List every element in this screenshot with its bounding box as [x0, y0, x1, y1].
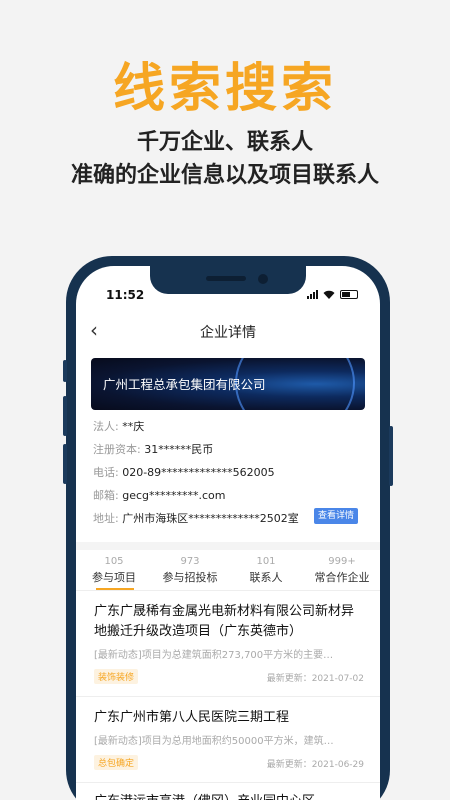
project-card[interactable]: 广东广晟稀有金属光电新材料有限公司新材异地搬迁升级改造项目（广东英德市） [最新…	[94, 602, 364, 687]
legal-person-row: 法人: **庆	[93, 418, 144, 434]
tab-count: 101	[256, 556, 276, 567]
project-title: 广东广州市第八人民医院三期工程	[94, 710, 290, 725]
project-title: 广东广晟稀有金属光电新材料有限公司新材异地搬迁升级改造项目（广东英德市）	[94, 604, 355, 639]
phone-side-button	[63, 360, 67, 382]
tab-partners[interactable]: 999+ 常合作企业	[304, 556, 380, 585]
tab-projects[interactable]: 105 参与项目	[76, 556, 152, 585]
project-title: 广东港运市高港（佛冈）产业园中心区…	[94, 792, 364, 800]
project-card[interactable]: 广东广州市第八人民医院三期工程 [最新动态]项目为总用地面积约50000平方米，…	[94, 708, 364, 773]
tab-count: 999+	[328, 556, 356, 567]
project-date: 最新更新：2021-06-29	[266, 760, 364, 770]
project-description: [最新动态]项目为总用地面积约50000平方米，建筑…	[94, 736, 334, 747]
capital-label: 注册资本:	[93, 443, 141, 456]
signal-icon	[307, 290, 318, 299]
phone-row: 电话: 020-89*************562005	[93, 464, 275, 480]
tab-count: 105	[104, 556, 124, 567]
phone-value[interactable]: 020-89*************562005	[122, 466, 274, 479]
legal-person-label: 法人:	[93, 420, 119, 433]
company-name: 广州工程总承包集团有限公司	[103, 377, 266, 392]
email-row: 邮箱: gecg*********.com	[93, 487, 226, 503]
phone-notch	[150, 266, 306, 294]
wifi-icon	[323, 290, 335, 299]
phone-volume-up-button	[63, 396, 67, 436]
tab-label: 参与招投标	[162, 571, 218, 584]
camera-icon	[258, 274, 268, 284]
status-icons	[307, 290, 358, 299]
project-tag: 装饰装修	[94, 669, 139, 684]
company-banner: 广州工程总承包集团有限公司	[91, 358, 365, 410]
battery-icon	[340, 290, 358, 299]
promo-subtitle-1: 千万企业、联系人	[136, 130, 313, 155]
tab-label: 联系人	[249, 571, 283, 584]
address-label: 地址:	[93, 512, 119, 525]
list-divider	[76, 696, 380, 697]
address-row: 地址: 广州市海珠区*************2502室	[93, 510, 299, 526]
phone-frame: 11:52 ‹ 企业详情 广州工程总承包集团有限公司 法人: **庆 注册资本:…	[63, 256, 393, 800]
project-meta: 总包确定 最新更新：2021-06-29	[94, 755, 364, 773]
speaker-icon	[206, 276, 246, 281]
tab-label: 参与项目	[92, 571, 136, 584]
capital-value: 31******民币	[144, 443, 214, 456]
tab-count: 973	[180, 556, 200, 567]
email-value[interactable]: gecg*********.com	[122, 489, 225, 502]
section-divider	[76, 542, 380, 550]
tabs-divider	[76, 590, 380, 591]
legal-person-value: **庆	[122, 420, 145, 433]
status-time: 11:52	[106, 288, 145, 302]
view-details-button[interactable]: 查看详情	[314, 508, 359, 524]
project-date: 最新更新：2021-07-02	[266, 674, 364, 684]
phone-label: 电话:	[93, 466, 119, 479]
project-card[interactable]: 广东港运市高港（佛冈）产业园中心区…	[94, 792, 364, 800]
tab-bidding[interactable]: 973 参与招投标	[152, 556, 228, 585]
phone-volume-down-button	[63, 444, 67, 484]
promo-title: 线索搜索	[112, 59, 337, 119]
project-description: [最新动态]项目为总建筑面积273,700平方米的主要…	[94, 650, 334, 661]
capital-row: 注册资本: 31******民币	[93, 441, 213, 457]
phone-power-button	[389, 426, 393, 486]
project-tag: 总包确定	[94, 755, 139, 770]
address-value: 广州市海珠区*************2502室	[122, 512, 299, 525]
project-meta: 装饰装修 最新更新：2021-07-02	[94, 669, 364, 687]
tab-label: 常合作企业	[314, 571, 370, 584]
tab-contacts[interactable]: 101 联系人	[228, 556, 304, 585]
email-label: 邮箱:	[93, 489, 119, 502]
phone-screen: 11:52 ‹ 企业详情 广州工程总承包集团有限公司 法人: **庆 注册资本:…	[76, 266, 380, 800]
promo-subtitle-2: 准确的企业信息以及项目联系人	[70, 163, 379, 188]
nav-bar: ‹ 企业详情	[76, 316, 380, 350]
list-divider	[76, 782, 380, 783]
page-title: 企业详情	[200, 325, 256, 341]
